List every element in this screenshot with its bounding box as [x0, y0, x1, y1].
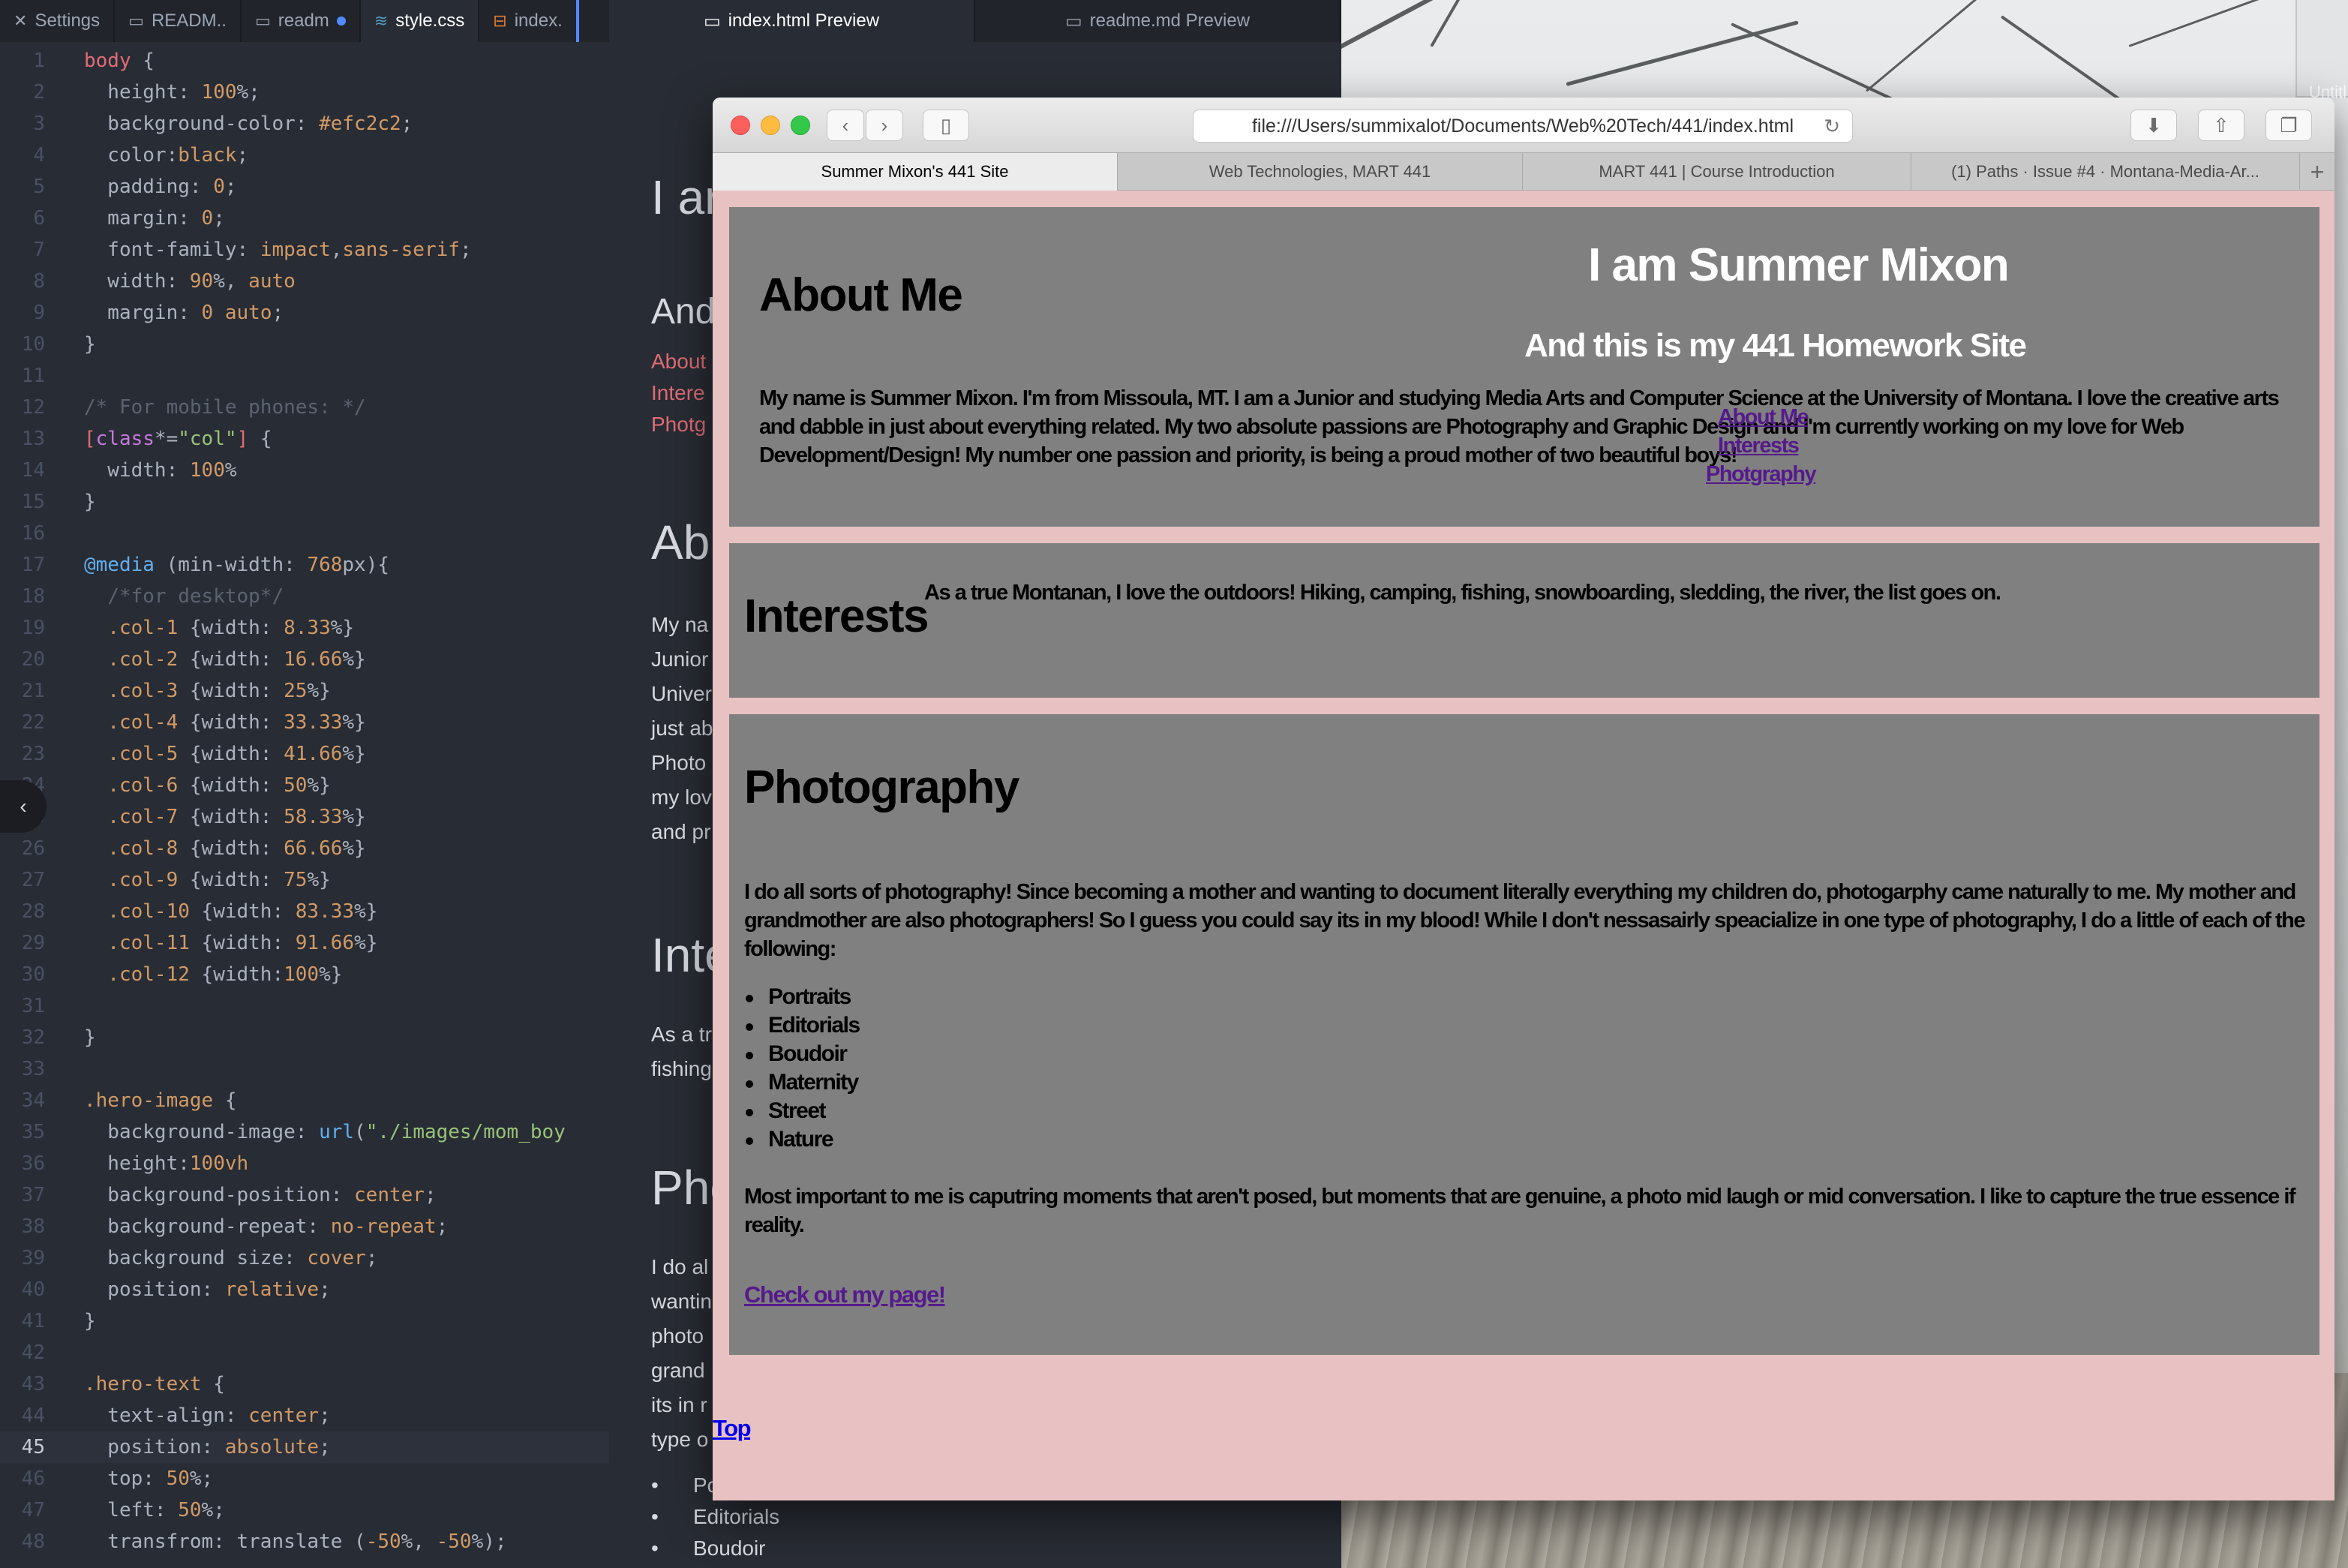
preview-list-item: Editorials [651, 1505, 779, 1529]
preview-photo-line: grand [651, 1359, 705, 1382]
browser-toolbar: ‹ › ▯ file:///Users/summixalot/Documents… [713, 98, 2334, 153]
preview-interests-line: fishing [651, 1057, 712, 1080]
new-tab-button[interactable]: + [2300, 153, 2334, 191]
zoom-window-button[interactable] [791, 116, 810, 135]
tabs-overview-button[interactable]: ❐ [2265, 110, 2312, 141]
preview-about-line: my lov [651, 786, 712, 809]
check-out-page-link[interactable]: Check out my page! [744, 1281, 946, 1308]
code-lines[interactable]: 1 body { 2 height: 100%; 3 background-col… [0, 45, 609, 1557]
preview-link-photography[interactable]: Photg [651, 413, 706, 437]
hero-title: I am Summer Mixon [1588, 239, 2010, 291]
hero-subtitle: And this is my 441 Homework Site [1524, 327, 2027, 364]
share-icon: ⇧ [2213, 113, 2229, 137]
address-bar[interactable]: file:///Users/summixalot/Documents/Web%2… [1193, 110, 1853, 143]
preview-photo-line: its in r [651, 1393, 707, 1416]
browser-tab[interactable]: (1) Paths · Issue #4 · Montana-Media-Ar.… [1911, 153, 2300, 191]
preview-list-item: Boudoir [651, 1536, 765, 1560]
about-section: I am Summer Mixon And this is my 441 Hom… [729, 207, 2319, 527]
interests-heading: Interests [744, 590, 929, 642]
tab-index-html[interactable]: ⊟ index. [479, 0, 579, 42]
tab-label: index.html Preview [728, 11, 880, 31]
nav-link-photography[interactable]: Photgraphy [1706, 462, 1817, 487]
tab-label: style.css [395, 11, 465, 31]
preview-about-line: Junior [651, 647, 709, 671]
wrench-icon: ✕ [14, 11, 28, 30]
web-page: I am Summer Mixon And this is my 441 Hom… [713, 191, 2334, 1500]
preview-link-about[interactable]: About [651, 350, 706, 374]
tab-label: readme.md Preview [1089, 11, 1251, 31]
top-link[interactable]: Top [713, 1415, 752, 1442]
download-icon: ⬇ [2145, 113, 2162, 137]
photography-text: I do all sorts of photography! Since bec… [744, 880, 2306, 961]
tab-label: index. [514, 11, 563, 31]
photo-list-item: Editorials [746, 1013, 860, 1038]
photo-list-item: Nature [745, 1127, 834, 1152]
interests-section: Interests As a true Montanan, I love the… [729, 543, 2319, 698]
preview-about-line: just ab [651, 716, 713, 740]
reload-icon[interactable]: ↻ [1824, 115, 1840, 138]
book-icon: ▭ [1064, 11, 1082, 32]
preview-photo-line: type o [651, 1428, 709, 1451]
book-icon: ▭ [254, 11, 271, 30]
photography-text-2: Most important to me is caputring moment… [744, 1185, 2296, 1237]
browser-window: ‹ › ▯ file:///Users/summixalot/Documents… [713, 98, 2334, 1500]
nav-link-about[interactable]: About Me [1718, 405, 1809, 430]
preview-tabbar: ▭ index.html Preview ▭ readme.md Preview [609, 0, 1341, 42]
tabs-icon: ❐ [2280, 113, 2298, 137]
browser-tab[interactable]: Web Technologies, MART 441 [1118, 153, 1523, 191]
preview-subheading: And [651, 292, 716, 332]
photo-list-item: Boudoir [745, 1041, 848, 1066]
preview-photo-line: photo [651, 1324, 704, 1347]
close-window-button[interactable] [731, 116, 750, 135]
tab-label: READM.. [151, 11, 227, 31]
css-icon: ≋ [374, 11, 389, 30]
preview-link-interests[interactable]: Intere [651, 381, 705, 405]
preview-photo-line: I do al [651, 1255, 709, 1278]
book-icon: ▭ [703, 11, 721, 32]
interests-text: As a true Montanan, I love the outdoors!… [924, 581, 2001, 605]
about-heading: About Me [759, 269, 963, 321]
url-text: file:///Users/summixalot/Documents/Web%2… [1251, 115, 1794, 137]
sidebar-toggle-button[interactable]: ▯ [923, 110, 969, 141]
tab-style-css[interactable]: ≋ style.css [360, 0, 480, 42]
preview-photo-line: wantin [651, 1290, 712, 1313]
photo-list-item: Street [745, 1098, 827, 1123]
chevron-left-icon: ‹ [842, 113, 849, 137]
tab-label: Settings [35, 11, 101, 31]
photo-list-item: Maternity [746, 1070, 859, 1095]
preview-about-heading: Ab [651, 515, 710, 569]
nav-link-interests[interactable]: Interests [1718, 434, 1800, 458]
code-editor: ✕ Settings ▭ READM.. ▭ readm ≋ style.css… [0, 0, 609, 1568]
book-icon: ▭ [128, 11, 144, 30]
preview-about-line: My na [651, 613, 709, 636]
preview-about-line: and pr [651, 820, 711, 843]
preview-interests-line: As a tr [651, 1023, 712, 1046]
tab-readme-1[interactable]: ▭ READM.. [115, 0, 242, 42]
tab-index-preview[interactable]: ▭ index.html Preview [609, 0, 975, 42]
sidebar-icon: ▯ [940, 113, 952, 137]
photography-section: Photography I do all sorts of photograph… [729, 714, 2319, 1355]
tab-readme-preview[interactable]: ▭ readme.md Preview [975, 0, 1341, 42]
preview-about-line: Photo [651, 751, 707, 774]
browser-tab[interactable]: MART 441 | Course Introduction [1523, 153, 1911, 191]
share-button[interactable]: ⇧ [2198, 110, 2244, 141]
browser-tabbar: Summer Mixon's 441 Site Web Technologies… [713, 153, 2334, 191]
forward-button[interactable]: › [866, 110, 903, 141]
tab-settings[interactable]: ✕ Settings [0, 0, 116, 42]
tab-label: readm [278, 11, 329, 31]
downloads-button[interactable]: ⬇ [2130, 110, 2177, 141]
browser-tab[interactable]: Summer Mixon's 441 Site [713, 153, 1118, 191]
preview-heading: I ar [651, 170, 721, 224]
modified-dot-icon [336, 17, 346, 26]
back-button[interactable]: ‹ [827, 110, 864, 141]
minimize-window-button[interactable] [761, 116, 780, 135]
preview-about-line: Univer [651, 682, 712, 705]
photo-list-item: Portraits [746, 984, 851, 1009]
chevron-right-icon: › [881, 113, 888, 137]
editor-tabbar: ✕ Settings ▭ READM.. ▭ readm ≋ style.css… [0, 0, 609, 42]
about-text: My name is Summer Mixon. I'm from Missou… [759, 386, 2280, 467]
tab-readme-2[interactable]: ▭ readm [242, 0, 361, 42]
html-icon: ⊟ [493, 11, 507, 30]
photography-heading: Photography [744, 761, 1019, 813]
